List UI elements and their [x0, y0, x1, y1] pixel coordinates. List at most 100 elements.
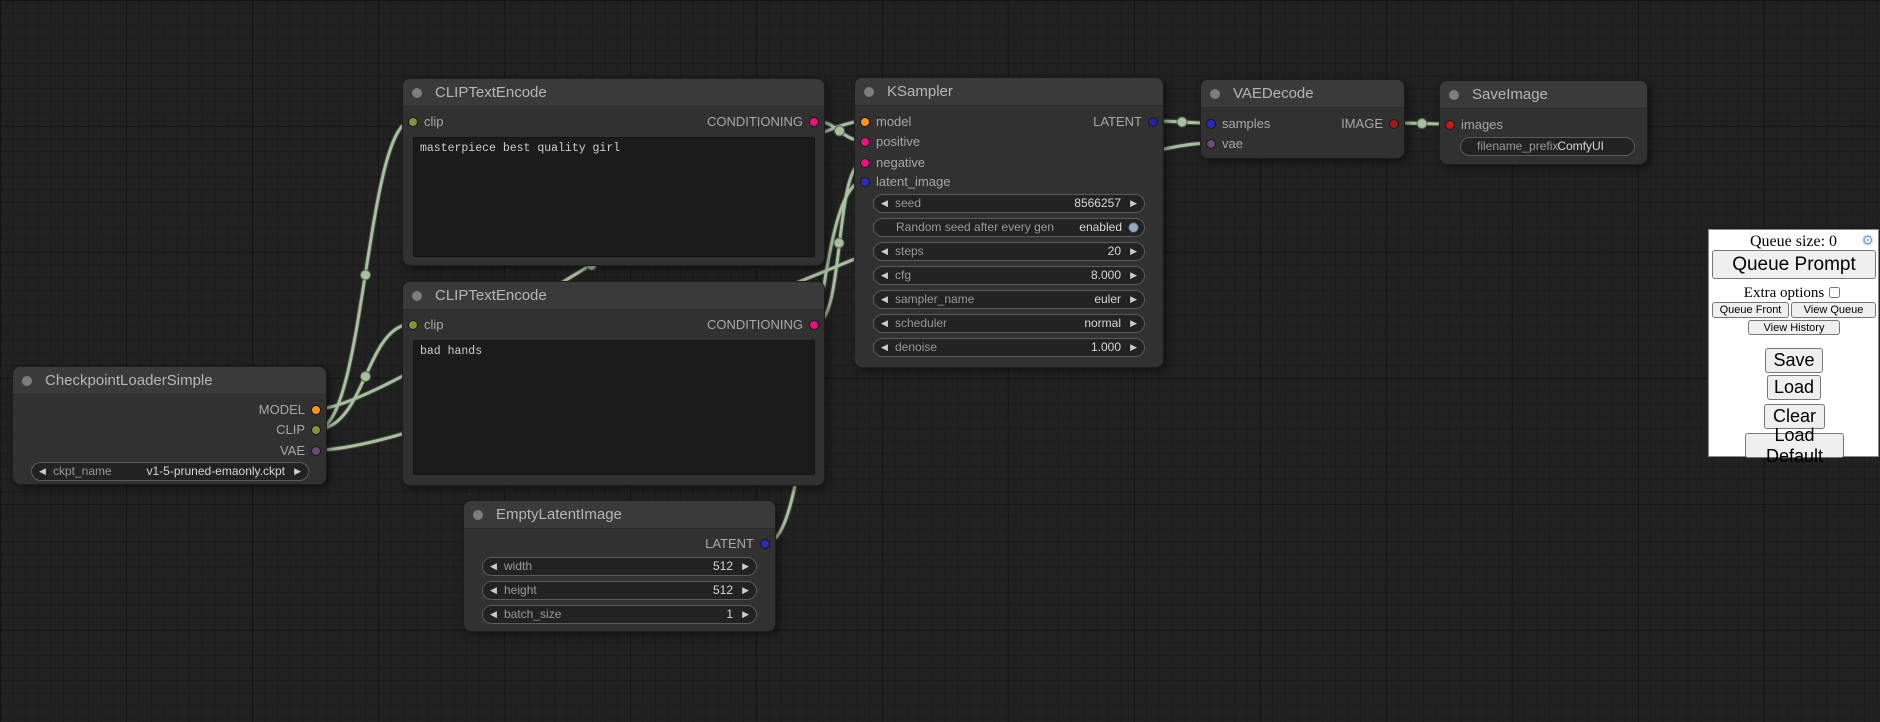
ckpt-name-widget[interactable]: ◀ ckpt_name v1-5-pruned-emaonly.ckpt ▶	[31, 462, 309, 481]
comfy-menu-panel: Queue size: 0 ⚙ Queue Prompt Extra optio…	[1708, 229, 1879, 457]
collapse-dot-icon[interactable]	[864, 87, 874, 97]
increment-arrow-icon[interactable]: ▶	[742, 582, 749, 599]
decrement-arrow-icon[interactable]: ◀	[881, 291, 888, 308]
decrement-arrow-icon[interactable]: ◀	[881, 267, 888, 284]
input-slot-vae: vae	[1201, 136, 1404, 152]
node-clip-text-encode-positive[interactable]: CLIPTextEncode clip CONDITIONING masterp…	[402, 78, 825, 266]
latent-slot-dot[interactable]	[860, 177, 870, 187]
queue-prompt-button[interactable]: Queue Prompt	[1712, 250, 1876, 279]
decrement-arrow-icon[interactable]: ◀	[39, 463, 46, 480]
node-title-bar[interactable]: CLIPTextEncode	[403, 282, 824, 310]
increment-arrow-icon[interactable]: ▶	[742, 606, 749, 623]
save-button[interactable]: Save	[1765, 348, 1823, 373]
output-slot-latent: LATENT	[855, 114, 1163, 130]
node-checkpoint-loader-simple[interactable]: CheckpointLoaderSimple MODEL CLIP VAE ◀ …	[12, 366, 327, 485]
output-slot-model: MODEL	[13, 402, 326, 418]
widget-label: ckpt_name	[53, 463, 112, 480]
vae-slot-dot[interactable]	[1206, 139, 1216, 149]
negative-prompt-textarea[interactable]: bad hands	[413, 340, 815, 475]
slot-label: images	[1461, 117, 1503, 133]
image-slot-dot[interactable]	[1389, 119, 1399, 129]
view-history-button[interactable]: View History	[1748, 320, 1840, 335]
image-slot-dot[interactable]	[1445, 120, 1455, 130]
decrement-arrow-icon[interactable]: ◀	[490, 606, 497, 623]
extra-options-checkbox[interactable]	[1829, 287, 1840, 298]
decrement-arrow-icon[interactable]: ◀	[881, 315, 888, 332]
collapse-dot-icon[interactable]	[412, 88, 422, 98]
filename-prefix-widget[interactable]: filename_prefix ComfyUI	[1460, 137, 1635, 156]
increment-arrow-icon[interactable]: ▶	[1130, 243, 1137, 260]
output-slot-image: IMAGE	[1201, 116, 1404, 132]
increment-arrow-icon[interactable]: ▶	[294, 463, 301, 480]
widget-value: enabled	[1079, 219, 1122, 236]
sampler-name-widget[interactable]: ◀ sampler_name euler ▶	[873, 290, 1145, 309]
clip-slot-dot[interactable]	[311, 425, 321, 435]
steps-widget[interactable]: ◀ steps 20 ▶	[873, 242, 1145, 261]
conditioning-slot-dot[interactable]	[860, 137, 870, 147]
node-title: CheckpointLoaderSimple	[45, 367, 213, 395]
width-widget[interactable]: ◀ width 512 ▶	[482, 557, 757, 576]
positive-prompt-textarea[interactable]: masterpiece best quality girl	[413, 137, 815, 257]
collapse-dot-icon[interactable]	[412, 291, 422, 301]
widget-label: Random seed after every gen	[896, 219, 1054, 236]
seed-widget[interactable]: ◀ seed 8566257 ▶	[873, 194, 1145, 213]
output-slot-latent: LATENT	[464, 536, 775, 552]
decrement-arrow-icon[interactable]: ◀	[881, 339, 888, 356]
load-button[interactable]: Load	[1767, 375, 1821, 400]
widget-label: steps	[895, 243, 924, 260]
node-title-bar[interactable]: CLIPTextEncode	[403, 79, 824, 107]
random-seed-toggle-widget[interactable]: Random seed after every gen enabled	[873, 218, 1145, 237]
increment-arrow-icon[interactable]: ▶	[1130, 315, 1137, 332]
node-title-bar[interactable]: KSampler	[855, 78, 1163, 106]
queue-front-button[interactable]: Queue Front	[1712, 302, 1789, 318]
node-save-image[interactable]: SaveImage images filename_prefix ComfyUI	[1439, 80, 1648, 165]
node-empty-latent-image[interactable]: EmptyLatentImage LATENT ◀ width 512 ▶ ◀ …	[463, 500, 776, 632]
decrement-arrow-icon[interactable]: ◀	[490, 558, 497, 575]
load-default-button[interactable]: Load Default	[1745, 433, 1844, 458]
node-title-bar[interactable]: SaveImage	[1440, 81, 1647, 109]
slot-label: negative	[876, 155, 925, 171]
increment-arrow-icon[interactable]: ▶	[1130, 195, 1137, 212]
increment-arrow-icon[interactable]: ▶	[1130, 267, 1137, 284]
decrement-arrow-icon[interactable]: ◀	[881, 195, 888, 212]
view-queue-button[interactable]: View Queue	[1791, 302, 1876, 318]
node-vae-decode[interactable]: VAEDecode samples IMAGE vae	[1200, 79, 1405, 159]
node-title-bar[interactable]: CheckpointLoaderSimple	[13, 367, 326, 395]
conditioning-slot-dot[interactable]	[809, 117, 819, 127]
scheduler-widget[interactable]: ◀ scheduler normal ▶	[873, 314, 1145, 333]
collapse-dot-icon[interactable]	[473, 510, 483, 520]
model-slot-dot[interactable]	[311, 405, 321, 415]
batch-size-widget[interactable]: ◀ batch_size 1 ▶	[482, 605, 757, 624]
increment-arrow-icon[interactable]: ▶	[742, 558, 749, 575]
slot-label: VAE	[280, 443, 305, 459]
widget-label: denoise	[895, 339, 937, 356]
node-title-bar[interactable]: VAEDecode	[1201, 80, 1404, 108]
height-widget[interactable]: ◀ height 512 ▶	[482, 581, 757, 600]
node-title: VAEDecode	[1233, 80, 1314, 108]
increment-arrow-icon[interactable]: ▶	[1130, 291, 1137, 308]
toggle-dot[interactable]	[1128, 222, 1139, 233]
collapse-dot-icon[interactable]	[1449, 90, 1459, 100]
collapse-dot-icon[interactable]	[22, 376, 32, 386]
cfg-widget[interactable]: ◀ cfg 8.000 ▶	[873, 266, 1145, 285]
decrement-arrow-icon[interactable]: ◀	[490, 582, 497, 599]
increment-arrow-icon[interactable]: ▶	[1130, 339, 1137, 356]
input-slot-negative: negative	[855, 155, 1163, 171]
collapse-dot-icon[interactable]	[1210, 89, 1220, 99]
slot-label: CLIP	[276, 422, 305, 438]
conditioning-slot-dot[interactable]	[809, 320, 819, 330]
vae-slot-dot[interactable]	[311, 446, 321, 456]
output-slot-conditioning: CONDITIONING	[403, 317, 824, 333]
conditioning-slot-dot[interactable]	[860, 158, 870, 168]
latent-slot-dot[interactable]	[1148, 117, 1158, 127]
node-clip-text-encode-negative[interactable]: CLIPTextEncode clip CONDITIONING bad han…	[402, 281, 825, 486]
slot-label: latent_image	[876, 174, 950, 190]
settings-gear-icon[interactable]: ⚙	[1861, 232, 1874, 248]
node-ksampler[interactable]: KSampler model LATENT positive negative …	[854, 77, 1164, 368]
latent-slot-dot[interactable]	[760, 539, 770, 549]
widget-value: 1.000	[1091, 339, 1121, 356]
denoise-widget[interactable]: ◀ denoise 1.000 ▶	[873, 338, 1145, 357]
node-title-bar[interactable]: EmptyLatentImage	[464, 501, 775, 529]
decrement-arrow-icon[interactable]: ◀	[881, 243, 888, 260]
widget-label: width	[504, 558, 532, 575]
